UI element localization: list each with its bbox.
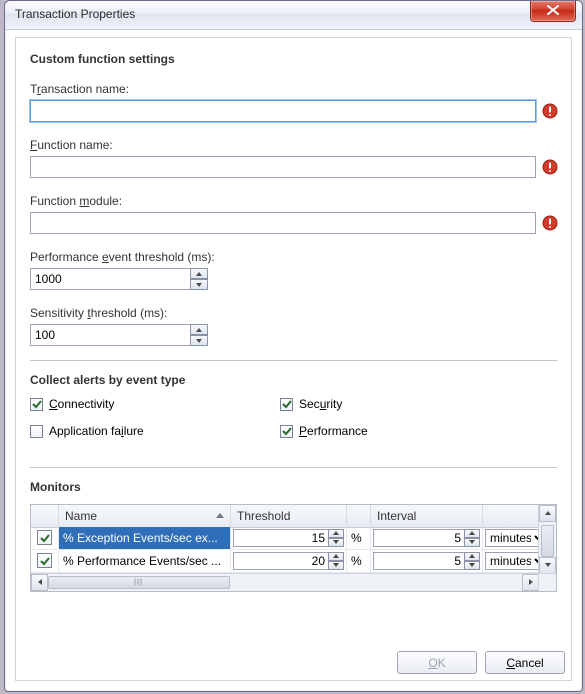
section-custom-heading: Custom function settings xyxy=(30,52,557,66)
interval-spinner[interactable] xyxy=(373,552,480,570)
spin-down-button[interactable] xyxy=(328,561,344,570)
spin-up-button[interactable] xyxy=(190,268,208,279)
validation-error-icon xyxy=(542,215,558,231)
chevron-up-icon xyxy=(196,272,202,276)
transaction-name-label: Transaction name: xyxy=(30,82,129,96)
monitors-table: Name Threshold Interval % Exception Even… xyxy=(30,504,557,592)
interval-input[interactable] xyxy=(373,552,464,570)
chevron-down-icon xyxy=(545,563,551,567)
function-name-label: Function name: xyxy=(30,138,113,152)
scroll-down-button[interactable] xyxy=(539,557,556,574)
spin-down-button[interactable] xyxy=(464,538,480,547)
threshold-input[interactable] xyxy=(233,529,328,547)
monitors-header-name[interactable]: Name xyxy=(59,505,231,527)
table-row[interactable]: % Exception Events/sec ex...% minutes xyxy=(31,527,539,550)
monitors-header-threshold[interactable]: Threshold xyxy=(231,505,347,527)
scrollbar-corner xyxy=(538,574,556,591)
perf-threshold-input[interactable] xyxy=(30,268,190,290)
interval-spinner[interactable] xyxy=(373,529,480,547)
perf-threshold-label: Performance event threshold (ms): xyxy=(30,250,215,264)
interval-unit-select[interactable]: minutes xyxy=(485,529,539,547)
chevron-right-icon xyxy=(529,579,533,585)
spin-down-button[interactable] xyxy=(328,538,344,547)
monitors-header-interval[interactable]: Interval xyxy=(371,505,483,527)
table-row[interactable]: % Performance Events/sec ...% minutes xyxy=(31,550,539,573)
monitors-header-enabled[interactable] xyxy=(31,505,59,527)
sensitivity-spinner[interactable] xyxy=(30,324,208,346)
scrollbar-thumb[interactable] xyxy=(541,525,554,557)
section-monitors-heading: Monitors xyxy=(30,480,557,494)
spin-down-button[interactable] xyxy=(190,335,208,346)
row-threshold-unit: % xyxy=(347,527,371,549)
sort-ascending-icon xyxy=(216,513,224,518)
row-interval-unit-cell: minutes xyxy=(483,527,539,549)
close-button[interactable] xyxy=(530,1,576,22)
monitors-header-row: Name Threshold Interval xyxy=(31,505,556,528)
row-threshold-unit: % xyxy=(347,550,371,572)
alerts-checkbox-group: Connectivity Security Application failur… xyxy=(30,397,557,453)
spin-up-button[interactable] xyxy=(328,529,344,538)
spin-up-button[interactable] xyxy=(464,552,480,561)
spin-up-button[interactable] xyxy=(328,552,344,561)
security-checkbox[interactable]: Security xyxy=(280,397,342,411)
scroll-up-button[interactable] xyxy=(539,505,556,522)
scrollbar-thumb[interactable] xyxy=(48,576,230,589)
separator xyxy=(30,467,557,468)
vertical-scrollbar[interactable] xyxy=(538,505,556,574)
scroll-right-button[interactable] xyxy=(522,574,539,591)
threshold-spinner[interactable] xyxy=(233,552,344,570)
connectivity-checkbox[interactable]: Connectivity xyxy=(30,397,114,411)
titlebar: Transaction Properties xyxy=(5,1,582,30)
sensitivity-input[interactable] xyxy=(30,324,190,346)
spin-down-button[interactable] xyxy=(190,279,208,290)
dialog-window: Transaction Properties Custom function s… xyxy=(4,0,583,692)
spin-up-button[interactable] xyxy=(464,529,480,538)
row-threshold-cell xyxy=(231,550,347,572)
spin-down-button[interactable] xyxy=(464,561,480,570)
window-title: Transaction Properties xyxy=(15,7,135,21)
row-enabled-checkbox[interactable] xyxy=(31,550,59,572)
row-enabled-checkbox[interactable] xyxy=(31,527,59,549)
sensitivity-label: Sensitivity threshold (ms): xyxy=(30,306,167,320)
function-module-input[interactable] xyxy=(30,212,536,234)
validation-error-icon xyxy=(542,103,558,119)
threshold-input[interactable] xyxy=(233,552,328,570)
cancel-button[interactable]: Cancel xyxy=(485,651,565,674)
validation-error-icon xyxy=(542,159,558,175)
horizontal-scrollbar[interactable] xyxy=(31,573,556,591)
dialog-client: Custom function settings Transaction nam… xyxy=(15,37,572,681)
row-interval-unit-cell: minutes xyxy=(483,550,539,572)
chevron-down-icon xyxy=(196,283,202,287)
row-threshold-cell xyxy=(231,527,347,549)
application-failure-checkbox[interactable]: Application failure xyxy=(30,424,144,438)
chevron-up-icon xyxy=(196,328,202,332)
function-name-input[interactable] xyxy=(30,156,536,178)
performance-checkbox[interactable]: Performance xyxy=(280,424,368,438)
close-icon xyxy=(547,4,559,18)
function-module-label: Function module: xyxy=(30,194,122,208)
ok-button[interactable]: OK xyxy=(397,651,477,674)
chevron-left-icon xyxy=(38,579,42,585)
row-interval-cell xyxy=(371,550,483,572)
chevron-down-icon xyxy=(196,339,202,343)
interval-input[interactable] xyxy=(373,529,464,547)
interval-unit-select[interactable]: minutes xyxy=(485,552,539,570)
perf-threshold-spinner[interactable] xyxy=(30,268,208,290)
monitors-header-threshold-unit[interactable] xyxy=(347,505,371,527)
scroll-left-button[interactable] xyxy=(31,574,48,591)
row-interval-cell xyxy=(371,527,483,549)
grip-icon xyxy=(135,579,144,586)
transaction-name-input[interactable] xyxy=(30,100,536,122)
section-alerts-heading: Collect alerts by event type xyxy=(30,373,557,387)
spin-up-button[interactable] xyxy=(190,324,208,335)
threshold-spinner[interactable] xyxy=(233,529,344,547)
row-name-cell: % Exception Events/sec ex... xyxy=(59,527,231,549)
separator xyxy=(30,360,557,361)
row-name-cell: % Performance Events/sec ... xyxy=(59,550,231,572)
dialog-button-bar: OK Cancel xyxy=(397,651,565,674)
chevron-up-icon xyxy=(545,511,551,515)
